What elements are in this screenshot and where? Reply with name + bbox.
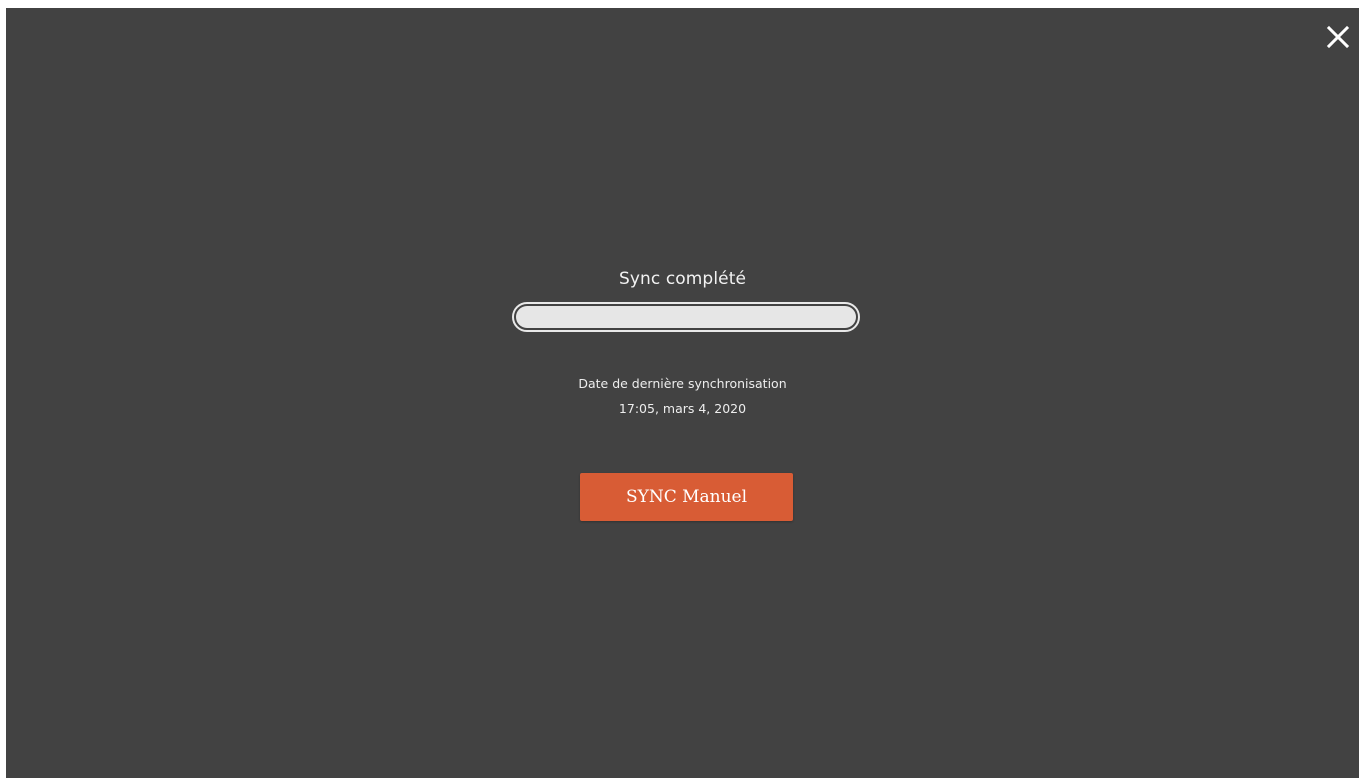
sync-status-title: Sync complété — [618, 269, 747, 289]
sync-screen: Sync complété Date de dernière synchroni… — [6, 8, 1359, 778]
last-sync-label: Date de dernière synchronisation — [578, 376, 787, 391]
sync-progress-bar — [512, 302, 860, 332]
close-button[interactable] — [1323, 22, 1353, 52]
last-sync-date: 17:05, mars 4, 2020 — [618, 401, 747, 416]
manual-sync-button[interactable]: SYNC Manuel — [580, 473, 793, 521]
close-icon — [1326, 25, 1350, 49]
sync-progress-fill — [516, 306, 856, 328]
